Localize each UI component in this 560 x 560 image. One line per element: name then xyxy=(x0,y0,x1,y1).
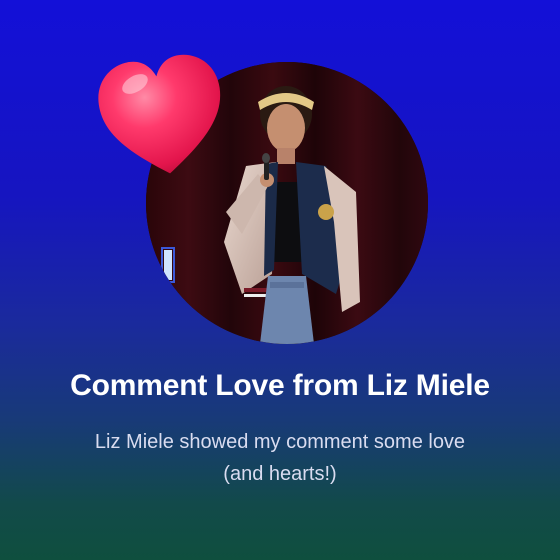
message-line-1: Liz Miele showed my comment some love xyxy=(94,431,466,453)
notification-title: Comment Love from Liz Miele xyxy=(70,369,490,402)
message-line-2: (and hearts!) xyxy=(223,463,337,485)
notification-message: Liz Miele showed my comment some love (a… xyxy=(40,426,520,490)
heart-icon xyxy=(98,54,221,174)
notification-card: Comment Love from Liz Miele Liz Miele sh… xyxy=(0,0,560,560)
